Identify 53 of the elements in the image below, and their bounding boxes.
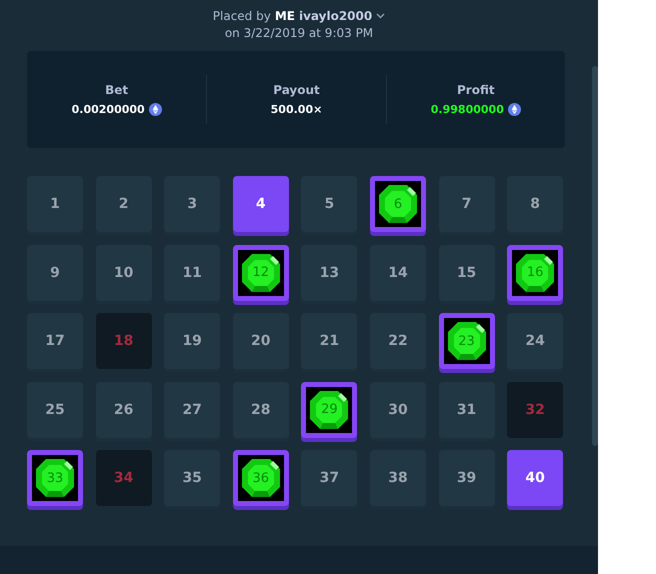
emerald-icon [378,184,418,224]
number-tile[interactable]: 7 [438,176,495,232]
number-tile[interactable]: 38 [370,450,426,506]
stat-label: Payout [273,83,320,97]
number-tile[interactable]: 4 [232,176,289,232]
emerald-icon [309,390,350,430]
ethereum-icon [508,103,521,116]
number-tile[interactable]: 32 [507,382,564,438]
number-tile[interactable]: 34 [96,450,152,506]
emerald-icon [35,458,75,498]
placed-by-label: Placed by [212,9,271,23]
me-label: ME [274,9,295,23]
number-tile[interactable]: 10 [96,244,152,301]
bet-date: on 3/22/2019 at 9:03 PM [224,26,374,40]
number-tile[interactable]: 30 [370,382,426,438]
number-tile[interactable]: 13 [301,244,358,301]
ethereum-icon [148,103,162,116]
number-tile[interactable]: 5 [301,176,358,232]
number-tile[interactable]: 35 [164,450,220,506]
number-tile[interactable]: 21 [301,313,358,370]
number-tile[interactable]: 37 [301,450,358,506]
emerald-icon [240,252,281,293]
number-tile[interactable]: 39 [438,450,495,506]
number-tile[interactable]: 27 [164,382,220,438]
stat-value: 0.00200000 [72,103,145,116]
number-tile[interactable]: 19 [164,313,220,370]
number-tile[interactable]: 9 [27,244,83,301]
number-tile[interactable]: 15 [438,244,495,301]
number-tile[interactable]: 2 [96,176,152,232]
number-tile[interactable]: 8 [507,176,564,232]
chevron-down-icon[interactable] [376,13,386,19]
number-tile[interactable]: 31 [438,382,495,438]
number-tile[interactable]: 28 [232,382,289,438]
number-tile[interactable]: 1 [27,176,83,232]
username-link[interactable]: ivaylo2000 [298,9,372,23]
stat-value: 500.00× [270,103,322,116]
emerald-icon [240,458,281,498]
stat-label: Bet [105,83,128,97]
emerald-icon [446,321,487,362]
number-tile[interactable]: 40 [507,450,564,506]
number-tile[interactable]: 11 [164,244,220,301]
number-tile[interactable]: 24 [507,313,564,370]
number-tile[interactable]: 14 [370,244,426,301]
number-tile[interactable]: 17 [27,313,83,370]
number-tile[interactable]: 20 [232,313,289,370]
number-tile[interactable]: 18 [96,313,152,370]
stat-label: Profit [457,83,495,97]
number-tile[interactable]: 25 [27,382,83,438]
number-tile[interactable]: 3 [164,176,220,232]
number-tile[interactable]: 22 [370,313,426,370]
emerald-icon [515,252,556,293]
stat-value: 0.99800000 [430,103,504,116]
number-tile[interactable]: 26 [96,382,152,438]
